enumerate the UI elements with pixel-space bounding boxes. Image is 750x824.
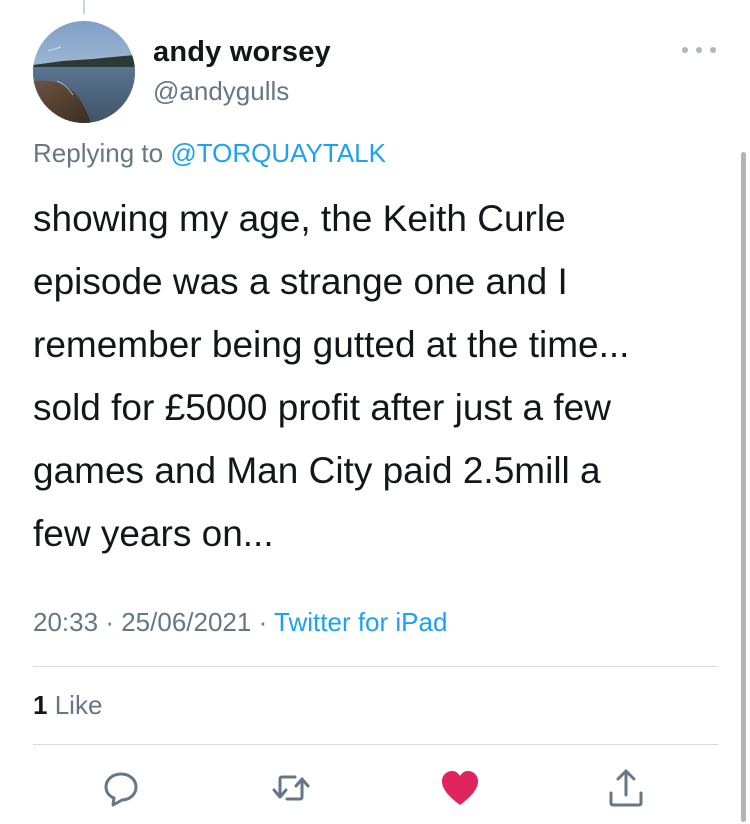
replying-prefix: Replying to [33, 138, 164, 168]
divider [33, 744, 718, 745]
meta-separator: · [258, 607, 268, 637]
like-count: 1 [33, 690, 48, 720]
like-label: Like [54, 690, 103, 720]
tweet-time: 20:33 [33, 607, 99, 637]
replying-to-mention[interactable]: @TORQUAYTALK [170, 138, 386, 168]
dot [696, 47, 702, 53]
tweet-date: 25/06/2021 [121, 607, 252, 637]
tweet-source[interactable]: Twitter for iPad [274, 607, 447, 637]
avatar[interactable] [33, 21, 135, 123]
avatar-image [33, 21, 135, 123]
retweet-icon[interactable] [269, 766, 313, 810]
more-dots-icon[interactable] [682, 40, 716, 60]
display-name[interactable]: andy worsey [153, 36, 331, 69]
likes-count-row[interactable]: 1 Like [33, 690, 102, 721]
tweet-detail-view: andy worsey @andygulls Replying to @TORQ… [0, 0, 750, 824]
replying-to-line: Replying to @TORQUAYTALK [33, 138, 386, 169]
heart-filled-icon[interactable] [438, 766, 482, 810]
reply-bubble-icon[interactable] [99, 766, 143, 810]
tweet-meta: 20:33 · 25/06/2021 · Twitter for iPad [33, 607, 447, 638]
share-icon[interactable] [604, 766, 648, 810]
meta-separator: · [105, 607, 114, 637]
divider [33, 666, 718, 667]
dot [710, 47, 716, 53]
scrollbar[interactable] [741, 152, 746, 822]
dot [682, 47, 688, 53]
user-handle[interactable]: @andygulls [153, 76, 289, 107]
tweet-text: showing my age, the Keith Curle episode … [33, 198, 630, 554]
thread-connector-line [83, 0, 85, 14]
